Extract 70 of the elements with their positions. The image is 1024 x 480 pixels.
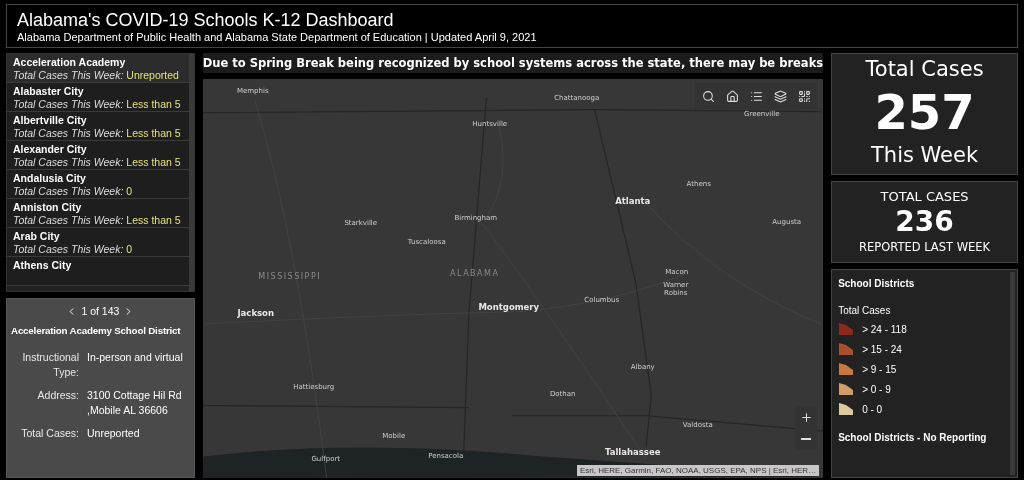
district-name: Albertville City: [13, 114, 88, 127]
district-list-item[interactable]: Andalusia City Total Cases This Week: 0: [7, 170, 189, 199]
minus-icon: [801, 438, 812, 440]
map-label: ALABAMA: [450, 268, 500, 278]
district-list-item[interactable]: Anniston City Total Cases This Week: Less than 5: [7, 199, 189, 228]
legend-subtitle: Total Cases: [838, 305, 892, 316]
scrollbar[interactable]: [188, 54, 194, 291]
cases-label: Total Cases This Week:: [13, 242, 124, 255]
cases-label: Total Cases This Week:: [13, 155, 124, 168]
map-attribution: Esri, HERE, Garmin, FAO, NOAA, USGS, EPA, NPS | Esri, HER…: [576, 465, 820, 476]
map-label: Jackson: [237, 308, 274, 318]
dashboard-subtitle: Alabama Department of Public Health and Alabama State Department of Education | Updated April 9, 2021: [17, 31, 538, 43]
cases-label: Total Cases This Week:: [13, 184, 124, 197]
district-name: Alabaster City: [13, 85, 85, 98]
field-value: 3100 Cottage Hil Rd ,Mobile AL 36606: [87, 388, 183, 418]
field-value: In-person and virtual: [87, 350, 184, 365]
cases-label: Total Cases This Week:: [13, 68, 124, 81]
cases-value: 0: [126, 242, 133, 255]
map-label: Montgomery: [478, 302, 540, 312]
legend-label: > 0 - 9: [862, 383, 891, 395]
card-number: 236: [895, 206, 954, 238]
scrollbar[interactable]: [1010, 272, 1015, 475]
card-heading: TOTAL CASES: [880, 188, 969, 206]
field-label: Instructional Type:: [21, 350, 79, 380]
list-icon: [749, 89, 763, 103]
legend-label: > 24 - 118: [862, 323, 907, 335]
district-name: Alexander City: [13, 143, 88, 156]
district-name: Arab City: [13, 230, 61, 243]
district-list-item[interactable]: Arab City Total Cases This Week: 0: [7, 228, 189, 257]
district-list-item[interactable]: Albertville City Total Cases This Week: Less than 5: [7, 112, 189, 141]
legend-label: > 15 - 24: [862, 343, 902, 355]
plus-icon: [799, 410, 813, 424]
layers-icon: [773, 89, 787, 103]
card-caption: REPORTED LAST WEEK: [859, 239, 991, 256]
district-title: Acceleration Academy School District: [11, 325, 182, 336]
field-label: Total Cases:: [20, 426, 79, 441]
map-label: Tallahassee: [605, 447, 661, 457]
card-heading: Total Cases: [865, 56, 984, 83]
home-icon: [725, 89, 739, 103]
cases-value: 0: [126, 184, 133, 197]
cases-value: Less than 5: [126, 126, 181, 139]
pager-text: 1 of 143: [81, 305, 120, 317]
cases-label: Total Cases This Week:: [13, 126, 124, 139]
district-list-item[interactable]: Athens City: [7, 257, 189, 286]
district-name: Anniston City: [13, 201, 83, 214]
legend-title: School Districts: [838, 278, 916, 289]
search-icon: [701, 89, 715, 103]
map-label: Atlanta: [615, 196, 651, 206]
cases-value: Less than 5: [126, 97, 181, 110]
district-list-item[interactable]: Acceleration Academy Total Cases This Week: Unreported: [7, 54, 189, 83]
legend-section-title: School Districts - No Reporting: [838, 432, 988, 443]
cases-value: Less than 5: [126, 213, 181, 226]
district-name: Acceleration Academy: [13, 56, 127, 69]
cases-value: Less than 5: [126, 155, 181, 168]
cases-label: Total Cases This Week:: [13, 97, 124, 110]
district-list-item[interactable]: Alabaster City Total Cases This Week: Less than 5: [7, 83, 189, 112]
district-name: Athens City: [13, 259, 73, 272]
legend-label: 0 - 0: [862, 403, 883, 415]
field-value: Unreported: [87, 426, 141, 441]
field-label: Address:: [36, 388, 79, 403]
map-label: MISSISSIPPI: [258, 271, 322, 281]
dashboard-title: Alabama's COVID-19 Schools K-12 Dashboard: [17, 9, 395, 31]
district-list-item[interactable]: Alexander City Total Cases This Week: Less than 5: [7, 141, 189, 170]
card-number: 257: [874, 84, 975, 140]
district-name: Andalusia City: [13, 172, 87, 185]
notice-banner: Due to Spring Break being recognized by school systems across the state, there may be breaks: [202, 53, 824, 73]
cases-value: Unreported: [126, 68, 179, 81]
cases-label: Total Cases This Week:: [13, 213, 124, 226]
legend-label: > 9 - 15: [862, 363, 897, 375]
card-caption: This Week: [871, 142, 979, 169]
